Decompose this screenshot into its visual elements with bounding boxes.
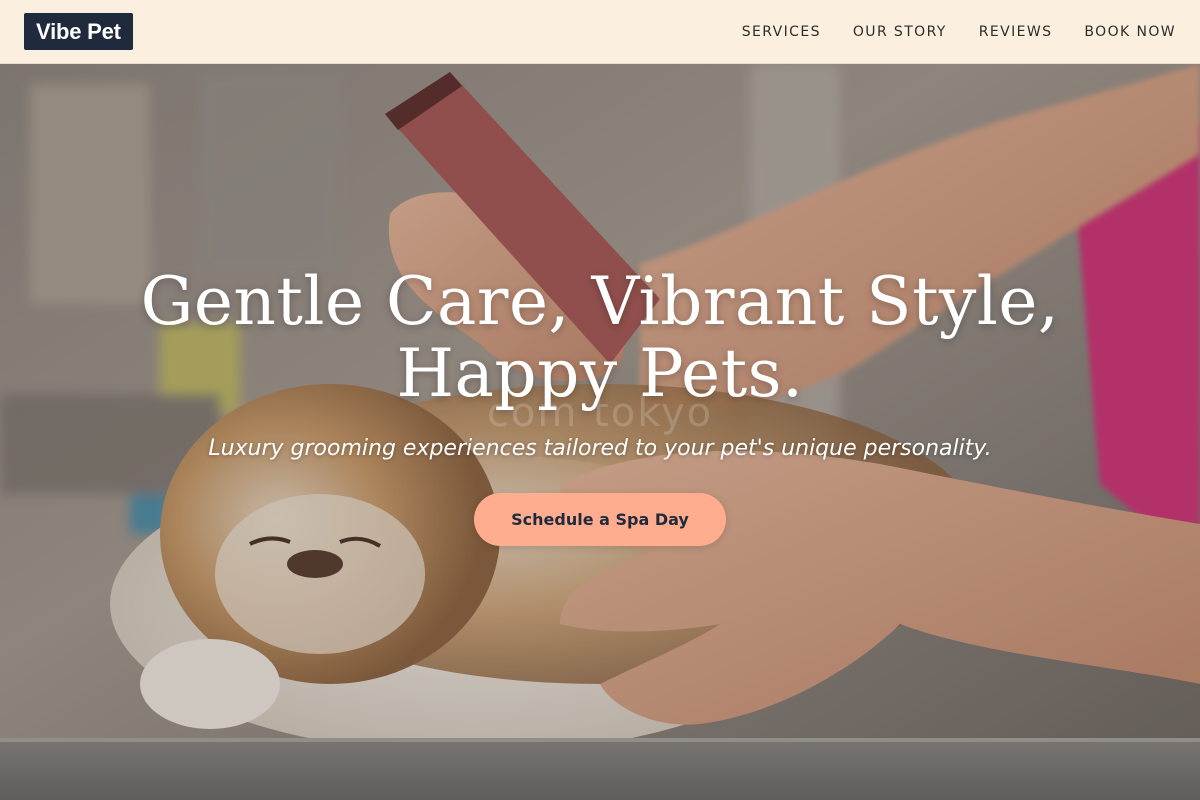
nav-book-now[interactable]: BOOK NOW	[1084, 24, 1176, 40]
nav-services[interactable]: SERVICES	[742, 24, 821, 40]
nav-reviews[interactable]: REVIEWS	[979, 24, 1053, 40]
hero-content: com tokyo Gentle Care, Vibrant Style, Ha…	[0, 64, 1200, 800]
main-nav: SERVICES OUR STORY REVIEWS BOOK NOW	[742, 24, 1176, 40]
schedule-spa-day-button[interactable]: Schedule a Spa Day	[474, 493, 726, 546]
nav-our-story[interactable]: OUR STORY	[853, 24, 947, 40]
site-header: Vibe Pet SERVICES OUR STORY REVIEWS BOOK…	[0, 0, 1200, 64]
hero-headline: Gentle Care, Vibrant Style, Happy Pets.	[100, 266, 1100, 410]
brand-logo[interactable]: Vibe Pet	[24, 13, 133, 50]
hero-headline-line1: Gentle Care, Vibrant Style,	[140, 263, 1060, 340]
hero-section: com tokyo Gentle Care, Vibrant Style, Ha…	[0, 64, 1200, 800]
hero-headline-line2: Happy Pets.	[396, 335, 804, 412]
hero-subtitle: Luxury grooming experiences tailored to …	[208, 436, 992, 461]
